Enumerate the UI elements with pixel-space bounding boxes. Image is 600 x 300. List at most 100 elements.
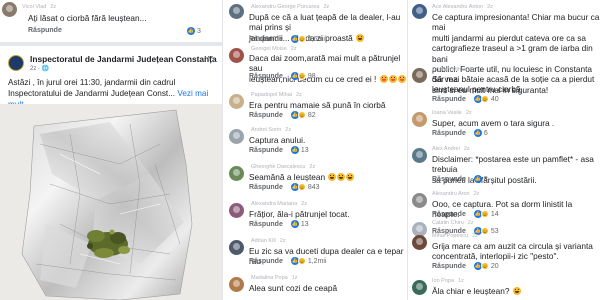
avatar[interactable] <box>229 166 244 181</box>
avatar[interactable] <box>229 240 244 255</box>
reply-button[interactable]: Răspunde <box>249 184 283 191</box>
laughing-emoji <box>346 173 355 181</box>
comment-author[interactable]: Alexandru George Purcarea 2z <box>251 4 329 10</box>
page-name[interactable]: Inspectoratul de Jandarmi Județean Const… <box>30 54 217 64</box>
reply-button[interactable]: Răspunde <box>249 258 283 265</box>
comment-author[interactable]: Vicol Vlad 2z <box>22 4 56 10</box>
comment-text: Era pentru mamaie să pună în ciorbă <box>249 100 386 110</box>
reply-button[interactable]: Răspunde <box>432 130 466 137</box>
comment-author[interactable]: Adrian Kill 2z <box>251 238 286 244</box>
comment-text: Grija mare ca am auzit ca circula și var… <box>432 241 593 262</box>
middle-column: Alexandru George Purcarea 2z După ce că a… <box>222 0 407 300</box>
comment-meta: Răspunde 👍 8 <box>432 175 488 183</box>
comment-meta: Răspunde 👍 ☺ 98 <box>249 72 316 80</box>
haha-icon: ☺ <box>480 210 489 218</box>
avatar[interactable] <box>229 4 244 19</box>
comment-author[interactable]: Catalin Chiru 2z <box>432 220 474 226</box>
right-column: Ace Alexandru Anton 2z Ce captura impresi… <box>407 0 600 300</box>
laughing-emoji <box>328 173 337 181</box>
like-icon: 👍 <box>290 146 299 154</box>
comment-author[interactable]: Cristian Mihai 2z <box>432 67 475 73</box>
page-avatar[interactable] <box>8 55 24 71</box>
comment-text: Alea sunt cozi de ceapă <box>249 283 338 293</box>
comment-meta: Răspunde 👍 ☺ 40 <box>432 95 499 103</box>
comment-author[interactable]: Ace Alexandru Anton 2z <box>432 4 493 10</box>
reply-button[interactable]: Răspunde <box>249 73 283 80</box>
haha-icon: ☺ <box>480 227 489 235</box>
foil-photo-illustration <box>0 104 222 300</box>
avatar[interactable] <box>412 4 427 19</box>
avatar[interactable] <box>412 280 427 295</box>
comment-text: Super, acum avem o tara sigura . <box>432 118 555 128</box>
reply-button[interactable]: Răspunde <box>432 176 466 183</box>
avatar[interactable] <box>229 48 244 63</box>
avatar[interactable] <box>412 148 427 163</box>
avatar[interactable] <box>412 68 427 83</box>
comment-author[interactable]: Alexandru Aron 2z <box>432 191 479 197</box>
reply-button[interactable]: Răspunde <box>28 27 62 34</box>
haha-icon: ☺ <box>297 183 306 191</box>
laughing-emoji <box>388 74 397 83</box>
comment-author[interactable]: Madalina Popa 1z <box>251 275 298 281</box>
comment-meta: Răspunde 👍 ☺ 14 <box>432 210 499 218</box>
reply-button[interactable]: Răspunde <box>249 112 283 119</box>
laughing-emoji <box>337 173 346 181</box>
comment-meta: Răspunde 👍 6 <box>432 129 488 137</box>
reply-button[interactable]: Răspunde <box>249 221 283 228</box>
reply-button[interactable]: Răspunde <box>432 96 466 103</box>
more-options-icon[interactable]: ··· <box>204 52 214 63</box>
comment-meta: Răspunde 👍 ☺ 82 <box>249 111 316 119</box>
comment-author[interactable]: Alexandra Mariana 2z <box>251 201 307 207</box>
comment-author[interactable]: Georgel Moise 2z <box>251 46 297 52</box>
comment-text: Seamănă a leuștean <box>249 172 407 182</box>
avatar[interactable] <box>412 193 427 208</box>
post-photo[interactable] <box>0 104 222 300</box>
comment-text: Să vezi bătaie acasă de la soție ca a pi… <box>432 74 595 95</box>
comment-text: Ați lăsat o ciorbă fără leuștean... <box>28 13 147 23</box>
comment-author[interactable]: Andrei Sorin 2z <box>251 127 291 133</box>
comment-meta: Răspunde 👍 ☺ 1,2mii <box>249 257 327 265</box>
left-column: Vicol Vlad 2z Ați lăsat o ciorbă fără leu… <box>0 0 222 300</box>
reply-button[interactable]: Răspunde <box>432 263 466 270</box>
comment-text: Captura anului. <box>249 135 306 145</box>
comment-vicol: Vicol Vlad 2z Ați lăsat o ciorbă fără leu… <box>0 0 222 42</box>
comment-reactions[interactable]: 👍 3 <box>187 27 201 35</box>
globe-icon: 🌐 <box>41 66 50 72</box>
comment-author[interactable]: Mihai Popescu 2z <box>432 233 478 239</box>
reply-button[interactable]: Răspunde <box>249 147 283 154</box>
haha-icon: ☺ <box>297 111 306 119</box>
reply-button[interactable]: Răspunde <box>249 36 283 43</box>
comment-author[interactable]: Gheorghe Dascalescu 2z <box>251 164 315 170</box>
laughing-emoji <box>356 33 365 42</box>
haha-icon: ☺ <box>480 95 489 103</box>
post-time: 2z · 🌐 <box>30 66 50 72</box>
comment-meta: Răspunde <box>28 27 70 34</box>
avatar[interactable] <box>229 129 244 144</box>
like-icon: 👍 <box>473 175 482 183</box>
comment-text: Frățior, ăla-i pătrunjel tocat. <box>249 209 350 219</box>
avatar[interactable] <box>229 277 244 292</box>
laughing-emoji <box>379 74 388 83</box>
avatar[interactable] <box>412 235 427 250</box>
reply-button[interactable]: Răspunde <box>432 211 466 218</box>
comment-meta: Răspunde 👍 13 <box>249 146 309 154</box>
haha-icon: ☺ <box>297 257 306 265</box>
comment-meta: Răspunde 👍 13 <box>249 220 309 228</box>
comment-author[interactable]: Alex Andrei 2z <box>432 146 470 152</box>
comment-meta: Răspunde 👍 ☺ 5,6mii <box>249 35 327 43</box>
avatar[interactable] <box>2 2 17 17</box>
comment-author[interactable]: Papadopol Mihai 2z <box>251 92 302 98</box>
comment-author[interactable]: Ion Popa 1z <box>432 278 464 284</box>
like-icon: 👍 <box>473 129 482 137</box>
avatar[interactable] <box>229 203 244 218</box>
haha-icon: ☺ <box>297 72 306 80</box>
avatar[interactable] <box>412 112 427 127</box>
avatar[interactable] <box>229 94 244 109</box>
like-icon: 👍 <box>290 220 299 228</box>
like-icon: 👍 <box>187 27 195 35</box>
comment-author[interactable]: Ioana Vasile 2z <box>432 110 472 116</box>
laughing-emoji <box>397 74 406 83</box>
laughing-emoji <box>512 287 521 295</box>
comment-meta: Răspunde 👍 ☺ 843 <box>249 183 320 191</box>
comment-meta: Răspunde 👍 ☺ 20 <box>432 262 499 270</box>
